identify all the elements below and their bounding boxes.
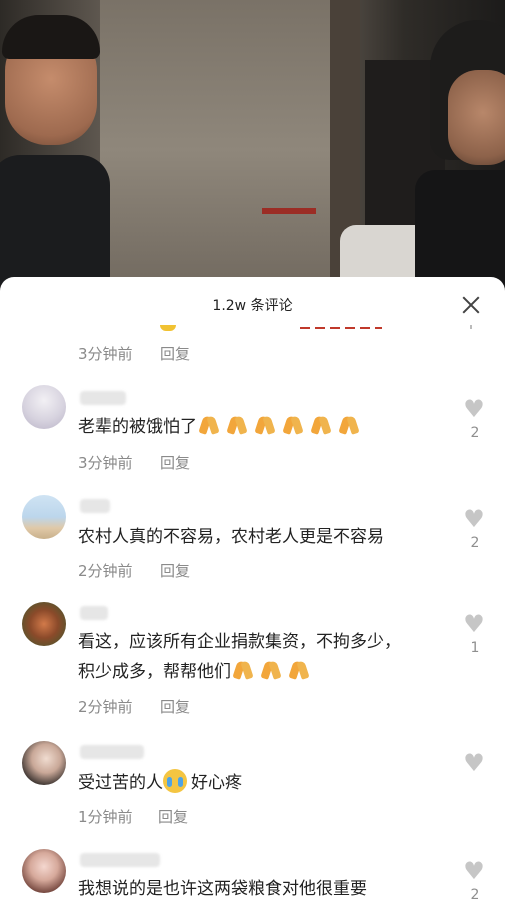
avatar[interactable] [22, 741, 66, 785]
video-person-right [410, 10, 505, 300]
like-count: 2 [470, 425, 480, 441]
username-blurred[interactable] [80, 391, 126, 405]
username-blurred[interactable] [80, 499, 110, 513]
partial-comment: 3分钟前 回复 [0, 317, 505, 377]
comments-sheet: 1.2w 条评论 3分钟前 回复 老辈的被饿怕了 3分钟前 回复 ♥ 2 农村人… [0, 277, 505, 900]
pray-emoji [231, 658, 255, 682]
comment-text: 农村人真的不容易，农村老人更是不容易 [78, 527, 384, 547]
reply-button[interactable]: 回复 [160, 452, 190, 473]
like-button[interactable]: ♥ 2 [462, 507, 488, 551]
like-button[interactable]: ♥ 2 [462, 859, 488, 900]
close-icon[interactable] [459, 293, 483, 317]
comment-text-line2: 积少成多，帮帮他们 [78, 656, 315, 688]
heart-icon[interactable]: ♥ [462, 507, 486, 531]
like-button[interactable]: ♥ 1 [462, 612, 488, 656]
like-count: 2 [470, 535, 480, 551]
pray-emoji [197, 413, 221, 437]
comment-text-after: 好心疼 [191, 773, 242, 793]
scroll-indicator [470, 325, 472, 329]
pray-emoji [259, 658, 283, 682]
video-background[interactable] [0, 0, 505, 300]
heart-icon[interactable]: ♥ [462, 751, 486, 775]
comment-time: 3分钟前 [78, 345, 133, 363]
comment-text-line1: 看这，应该所有企业捐款集资，不拘多少， [78, 632, 401, 652]
heart-icon[interactable]: ♥ [462, 397, 486, 421]
comment-text: 我想说的是也许这两袋粮食对他很重要 [78, 879, 367, 899]
avatar[interactable] [22, 602, 66, 646]
smile-emoji [160, 325, 176, 331]
avatar[interactable] [22, 495, 66, 539]
reply-button[interactable]: 回复 [160, 696, 190, 717]
like-button[interactable]: ♥ [462, 751, 488, 775]
reply-button[interactable]: 回复 [158, 806, 188, 827]
comment-text: 受过苦的人 好心疼 [78, 767, 242, 799]
pray-emoji [309, 413, 333, 437]
avatar[interactable] [22, 385, 66, 429]
comment-time: 2分钟前 [78, 562, 133, 580]
video-red-mark [262, 208, 316, 214]
like-button[interactable]: ♥ 2 [462, 397, 488, 441]
reply-button[interactable]: 回复 [160, 343, 190, 364]
username-blurred[interactable] [80, 606, 108, 620]
like-count: 2 [470, 887, 480, 900]
pray-emoji [337, 413, 361, 437]
comment-time: 2分钟前 [78, 698, 133, 716]
comment-text-before: 受过苦的人 [78, 773, 163, 793]
video-wall [100, 0, 345, 300]
comment-text-content: 积少成多，帮帮他们 [78, 662, 231, 682]
comment-time: 3分钟前 [78, 454, 133, 472]
like-count: 1 [470, 640, 480, 656]
pray-emoji [287, 658, 311, 682]
avatar[interactable] [22, 849, 66, 893]
comment-time: 1分钟前 [78, 808, 133, 826]
comment-text-content: 老辈的被饿怕了 [78, 417, 197, 437]
username-blurred[interactable] [80, 853, 160, 867]
reply-button[interactable]: 回复 [160, 560, 190, 581]
heart-icon[interactable]: ♥ [462, 612, 486, 636]
crying-emoji [163, 769, 187, 793]
partial-red-marks [300, 327, 382, 329]
video-person-left [0, 10, 110, 300]
heart-icon[interactable]: ♥ [462, 859, 486, 883]
username-blurred[interactable] [80, 745, 144, 759]
comment-count-title: 1.2w 条评论 [212, 298, 293, 314]
pray-emoji [225, 413, 249, 437]
comment-text: 老辈的被饿怕了 [78, 411, 365, 443]
pray-emoji [281, 413, 305, 437]
pray-emoji [253, 413, 277, 437]
